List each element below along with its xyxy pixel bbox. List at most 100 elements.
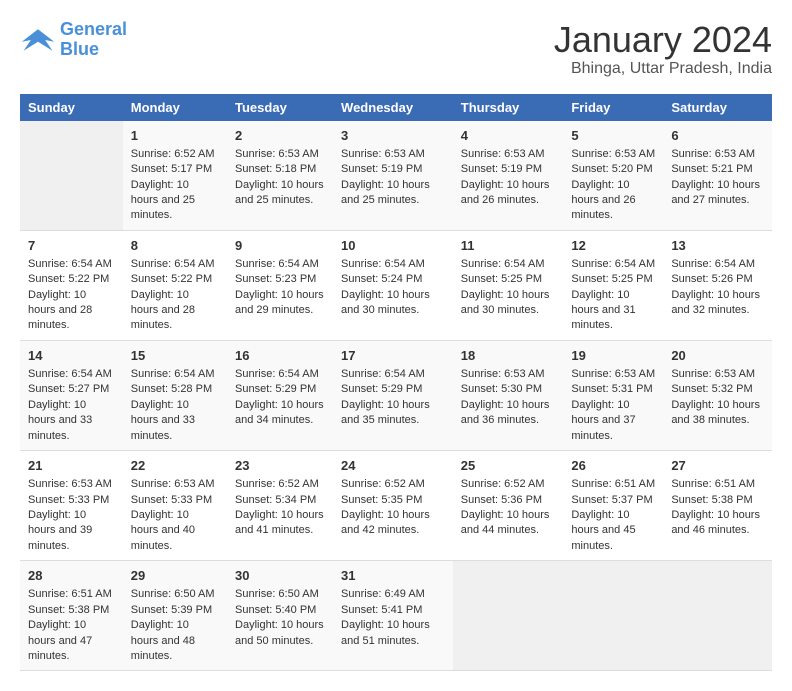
- daylight-text: Daylight: 10 hours and 34 minutes.: [235, 399, 324, 426]
- sunrise-text: Sunrise: 6:50 AM: [131, 588, 215, 600]
- sunrise-text: Sunrise: 6:54 AM: [341, 258, 425, 270]
- sunset-text: Sunset: 5:30 PM: [461, 383, 542, 395]
- daylight-text: Daylight: 10 hours and 45 minutes.: [571, 509, 635, 552]
- sunset-text: Sunset: 5:35 PM: [341, 494, 422, 506]
- day-number: 5: [571, 127, 655, 145]
- day-cell: 6Sunrise: 6:53 AMSunset: 5:21 PMDaylight…: [663, 121, 772, 231]
- sunset-text: Sunset: 5:25 PM: [571, 273, 652, 285]
- day-number: 19: [571, 347, 655, 365]
- daylight-text: Daylight: 10 hours and 48 minutes.: [131, 619, 195, 662]
- sunset-text: Sunset: 5:22 PM: [131, 273, 212, 285]
- day-cell: 27Sunrise: 6:51 AMSunset: 5:38 PMDayligh…: [663, 451, 772, 561]
- sunset-text: Sunset: 5:29 PM: [341, 383, 422, 395]
- sunrise-text: Sunrise: 6:54 AM: [28, 258, 112, 270]
- day-number: 31: [341, 567, 445, 585]
- week-row-3: 14Sunrise: 6:54 AMSunset: 5:27 PMDayligh…: [20, 340, 772, 450]
- header-cell-friday: Friday: [563, 94, 663, 121]
- sunrise-text: Sunrise: 6:51 AM: [571, 478, 655, 490]
- sunrise-text: Sunrise: 6:53 AM: [341, 148, 425, 160]
- calendar-table: SundayMondayTuesdayWednesdayThursdayFrid…: [20, 94, 772, 672]
- sunrise-text: Sunrise: 6:52 AM: [131, 148, 215, 160]
- sunrise-text: Sunrise: 6:53 AM: [131, 478, 215, 490]
- day-number: 24: [341, 457, 445, 475]
- daylight-text: Daylight: 10 hours and 51 minutes.: [341, 619, 430, 646]
- day-number: 2: [235, 127, 325, 145]
- calendar-header: SundayMondayTuesdayWednesdayThursdayFrid…: [20, 94, 772, 121]
- sunset-text: Sunset: 5:41 PM: [341, 604, 422, 616]
- sunset-text: Sunset: 5:36 PM: [461, 494, 542, 506]
- daylight-text: Daylight: 10 hours and 25 minutes.: [131, 179, 195, 222]
- daylight-text: Daylight: 10 hours and 31 minutes.: [571, 289, 635, 332]
- daylight-text: Daylight: 10 hours and 37 minutes.: [571, 399, 635, 442]
- sunrise-text: Sunrise: 6:53 AM: [461, 148, 545, 160]
- daylight-text: Daylight: 10 hours and 28 minutes.: [131, 289, 195, 332]
- daylight-text: Daylight: 10 hours and 25 minutes.: [235, 179, 324, 206]
- daylight-text: Daylight: 10 hours and 30 minutes.: [341, 289, 430, 316]
- header-cell-wednesday: Wednesday: [333, 94, 453, 121]
- day-cell: 31 Sunrise: 6:49 AM Sunset: 5:41 PM Dayligh…: [333, 561, 453, 671]
- day-cell: 28Sunrise: 6:51 AMSunset: 5:38 PMDayligh…: [20, 561, 123, 671]
- header-cell-tuesday: Tuesday: [227, 94, 333, 121]
- day-cell: 24Sunrise: 6:52 AMSunset: 5:35 PMDayligh…: [333, 451, 453, 561]
- day-number: 28: [28, 567, 115, 585]
- sunset-text: Sunset: 5:18 PM: [235, 163, 316, 175]
- day-number: 22: [131, 457, 219, 475]
- day-cell: 11Sunrise: 6:54 AMSunset: 5:25 PMDayligh…: [453, 230, 564, 340]
- daylight-text: Daylight: 10 hours and 26 minutes.: [461, 179, 550, 206]
- daylight-text: Daylight: 10 hours and 39 minutes.: [28, 509, 92, 552]
- day-number: 6: [671, 127, 764, 145]
- sunset-text: Sunset: 5:27 PM: [28, 383, 109, 395]
- sunset-text: Sunset: 5:33 PM: [131, 494, 212, 506]
- daylight-text: Daylight: 10 hours and 32 minutes.: [671, 289, 760, 316]
- sunrise-text: Sunrise: 6:53 AM: [28, 478, 112, 490]
- sunset-text: Sunset: 5:23 PM: [235, 273, 316, 285]
- day-cell: 14Sunrise: 6:54 AMSunset: 5:27 PMDayligh…: [20, 340, 123, 450]
- daylight-text: Daylight: 10 hours and 28 minutes.: [28, 289, 92, 332]
- daylight-text: Daylight: 10 hours and 47 minutes.: [28, 619, 92, 662]
- sunrise-text: Sunrise: 6:54 AM: [28, 368, 112, 380]
- week-row-1: 1Sunrise: 6:52 AMSunset: 5:17 PMDaylight…: [20, 121, 772, 231]
- sunrise-text: Sunrise: 6:49 AM: [341, 588, 425, 600]
- daylight-text: Daylight: 10 hours and 29 minutes.: [235, 289, 324, 316]
- week-row-2: 7Sunrise: 6:54 AMSunset: 5:22 PMDaylight…: [20, 230, 772, 340]
- day-cell: [663, 561, 772, 671]
- day-cell: 3Sunrise: 6:53 AMSunset: 5:19 PMDaylight…: [333, 121, 453, 231]
- page-header: General Blue January 2024 Bhinga, Uttar …: [20, 20, 772, 78]
- day-cell: 8Sunrise: 6:54 AMSunset: 5:22 PMDaylight…: [123, 230, 227, 340]
- day-number: 23: [235, 457, 325, 475]
- header-row: SundayMondayTuesdayWednesdayThursdayFrid…: [20, 94, 772, 121]
- day-cell: [563, 561, 663, 671]
- sunset-text: Sunset: 5:28 PM: [131, 383, 212, 395]
- daylight-text: Daylight: 10 hours and 44 minutes.: [461, 509, 550, 536]
- day-number: 18: [461, 347, 556, 365]
- day-number: 13: [671, 237, 764, 255]
- logo: General Blue: [20, 20, 127, 60]
- sunrise-text: Sunrise: 6:54 AM: [671, 258, 755, 270]
- sunrise-text: Sunrise: 6:54 AM: [131, 368, 215, 380]
- sunrise-text: Sunrise: 6:53 AM: [571, 148, 655, 160]
- day-cell: 22Sunrise: 6:53 AMSunset: 5:33 PMDayligh…: [123, 451, 227, 561]
- day-cell: 19Sunrise: 6:53 AMSunset: 5:31 PMDayligh…: [563, 340, 663, 450]
- day-number: 10: [341, 237, 445, 255]
- day-number: 30: [235, 567, 325, 585]
- daylight-text: Daylight: 10 hours and 41 minutes.: [235, 509, 324, 536]
- day-cell: 20Sunrise: 6:53 AMSunset: 5:32 PMDayligh…: [663, 340, 772, 450]
- day-cell: 12Sunrise: 6:54 AMSunset: 5:25 PMDayligh…: [563, 230, 663, 340]
- sunset-text: Sunset: 5:19 PM: [461, 163, 542, 175]
- sunrise-text: Sunrise: 6:50 AM: [235, 588, 319, 600]
- sunrise-text: Sunrise: 6:53 AM: [461, 368, 545, 380]
- sunset-text: Sunset: 5:17 PM: [131, 163, 212, 175]
- sunset-text: Sunset: 5:32 PM: [671, 383, 752, 395]
- day-cell: 30Sunrise: 6:50 AMSunset: 5:40 PMDayligh…: [227, 561, 333, 671]
- sunrise-text: Sunrise: 6:53 AM: [571, 368, 655, 380]
- sunset-text: Sunset: 5:22 PM: [28, 273, 109, 285]
- day-number: 20: [671, 347, 764, 365]
- header-cell-thursday: Thursday: [453, 94, 564, 121]
- sunrise-text: Sunrise: 6:54 AM: [235, 368, 319, 380]
- week-row-4: 21Sunrise: 6:53 AMSunset: 5:33 PMDayligh…: [20, 451, 772, 561]
- daylight-text: Daylight: 10 hours and 46 minutes.: [671, 509, 760, 536]
- daylight-text: Daylight: 10 hours and 38 minutes.: [671, 399, 760, 426]
- day-number: 8: [131, 237, 219, 255]
- sunrise-text: Sunrise: 6:52 AM: [461, 478, 545, 490]
- day-number: 16: [235, 347, 325, 365]
